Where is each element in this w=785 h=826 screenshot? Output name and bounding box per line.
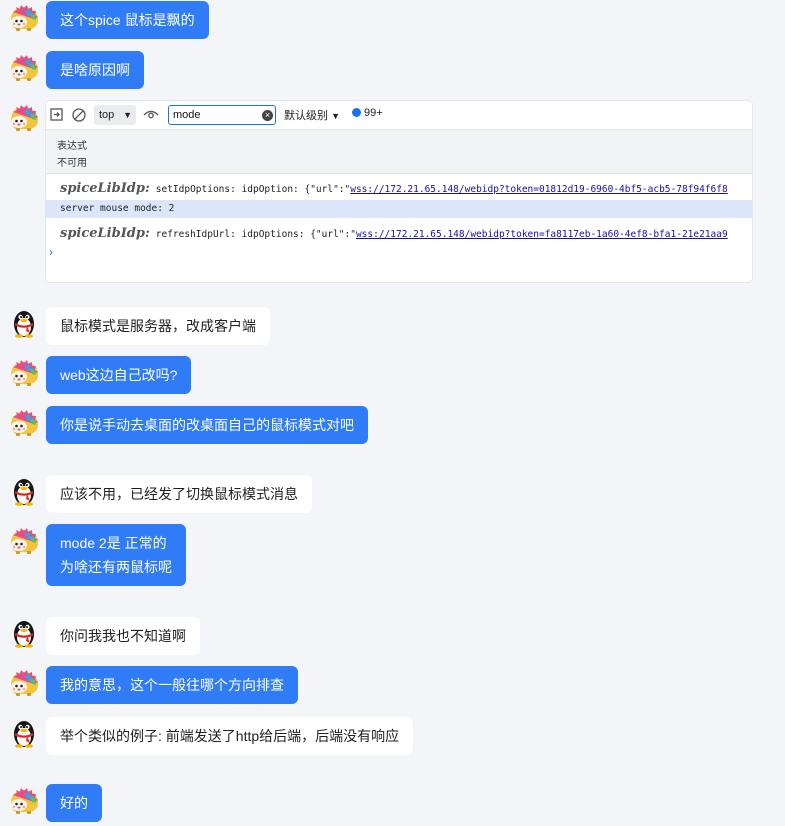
issues-icon xyxy=(352,108,361,117)
hedgehog-avatar-icon[interactable] xyxy=(8,357,40,389)
console-log-row: spiceLibIdp: setIdpOptions: idpOption: {"… xyxy=(46,178,752,200)
hedgehog-avatar-icon[interactable] xyxy=(8,525,40,557)
chat-bubble[interactable]: 好的 xyxy=(46,784,102,822)
log-text: setIdpOptions: idpOption: {"url":" xyxy=(155,184,351,195)
message-text: 是啥原因啊 xyxy=(60,62,130,78)
clear-console-icon[interactable] xyxy=(70,106,88,124)
log-text: refreshIdpUrl: idpOptions: {"url":" xyxy=(155,229,356,240)
issues-counter[interactable]: 99+ xyxy=(352,107,383,119)
message-text: 应该不用，已经发了切换鼠标模式消息 xyxy=(60,486,298,502)
chat-bubble[interactable]: 鼠标模式是服务器，改成客户端 xyxy=(46,307,270,345)
console-log-row: spiceLibIdp: refreshIdpUrl: idpOptions: {… xyxy=(46,223,752,245)
filter-input[interactable] xyxy=(168,105,276,125)
chat-bubble[interactable]: 举个类似的例子: 前端发送了http给后端，后端没有响应 xyxy=(46,717,414,755)
clear-filter-icon[interactable]: × xyxy=(262,110,273,121)
hedgehog-avatar-icon[interactable] xyxy=(8,102,40,134)
chat-bubble[interactable]: 是啥原因啊 xyxy=(46,51,144,89)
console-prompt-icon[interactable]: › xyxy=(49,245,53,259)
sidebar-toggle-icon[interactable] xyxy=(48,106,66,124)
penguin-avatar-icon[interactable] xyxy=(8,717,40,749)
chevron-down-icon: ▼ xyxy=(331,111,340,121)
issues-count: 99+ xyxy=(364,107,383,119)
chat-bubble[interactable]: web这边自己改吗? xyxy=(46,356,192,394)
message-text: 举个类似的例子: 前端发送了http给后端，后端没有响应 xyxy=(60,728,400,744)
console-log-row-highlighted: server mouse mode: 2 xyxy=(46,200,752,218)
console-toolbar: top ▼ × 默认级别 ▼ 99+ xyxy=(46,101,752,130)
log-tag: spiceLibIdp: xyxy=(60,181,150,196)
message-text: mode 2是 正常的 xyxy=(60,535,167,551)
chat-bubble[interactable]: 我的意思，这个一般往哪个方向排查 xyxy=(46,666,298,704)
hedgehog-avatar-icon[interactable] xyxy=(8,407,40,439)
live-expression-panel[interactable]: 表达式 不可用 xyxy=(46,130,752,174)
devtools-console-screenshot[interactable]: top ▼ × 默认级别 ▼ 99+ 表达式 不可用 spiceLibIdp:s… xyxy=(46,101,752,282)
live-expression-label: 表达式 xyxy=(57,141,87,152)
message-text: 你是说手动去桌面的改桌面自己的鼠标模式对吧 xyxy=(60,417,354,433)
message-text: 鼠标模式是服务器，改成客户端 xyxy=(60,318,256,334)
context-label: top xyxy=(99,109,115,121)
chat-bubble[interactable]: 这个spice 鼠标是飘的 xyxy=(46,1,209,39)
penguin-avatar-icon[interactable] xyxy=(8,475,40,507)
chevron-down-icon: ▼ xyxy=(123,110,132,120)
message-text: 好的 xyxy=(60,795,88,811)
chat-bubble[interactable]: mode 2是 正常的 为啥还有两鼠标呢 xyxy=(46,524,186,586)
hedgehog-avatar-icon[interactable] xyxy=(8,2,40,34)
message-text: web这边自己改吗? xyxy=(60,367,178,383)
hedgehog-avatar-icon[interactable] xyxy=(8,52,40,84)
message-text: 这个spice 鼠标是飘的 xyxy=(60,12,195,28)
message-text: 你问我我也不知道啊 xyxy=(60,628,186,644)
log-levels-label: 默认级别 xyxy=(284,110,328,122)
chat-bubble[interactable]: 你问我我也不知道啊 xyxy=(46,617,200,655)
hedgehog-avatar-icon[interactable] xyxy=(8,785,40,817)
log-levels-dropdown[interactable]: 默认级别 ▼ xyxy=(284,107,340,123)
log-link[interactable]: wss://172.21.65.148/webidp?token=fa8117e… xyxy=(356,229,728,240)
log-link[interactable]: wss://172.21.65.148/webidp?token=01812d1… xyxy=(350,184,728,195)
penguin-avatar-icon[interactable] xyxy=(8,617,40,649)
penguin-avatar-icon[interactable] xyxy=(8,307,40,339)
log-text: server mouse mode: 2 xyxy=(60,203,175,214)
context-selector[interactable]: top ▼ xyxy=(94,105,136,125)
message-text: 我的意思，这个一般往哪个方向排查 xyxy=(60,677,284,693)
log-tag: spiceLibIdp: xyxy=(60,226,150,241)
eye-icon[interactable] xyxy=(142,106,160,124)
message-text: 为啥还有两鼠标呢 xyxy=(60,559,172,575)
live-expression-value: 不可用 xyxy=(57,158,87,169)
chat-bubble[interactable]: 应该不用，已经发了切换鼠标模式消息 xyxy=(46,475,312,513)
chat-bubble[interactable]: 你是说手动去桌面的改桌面自己的鼠标模式对吧 xyxy=(46,406,368,444)
hedgehog-avatar-icon[interactable] xyxy=(8,667,40,699)
